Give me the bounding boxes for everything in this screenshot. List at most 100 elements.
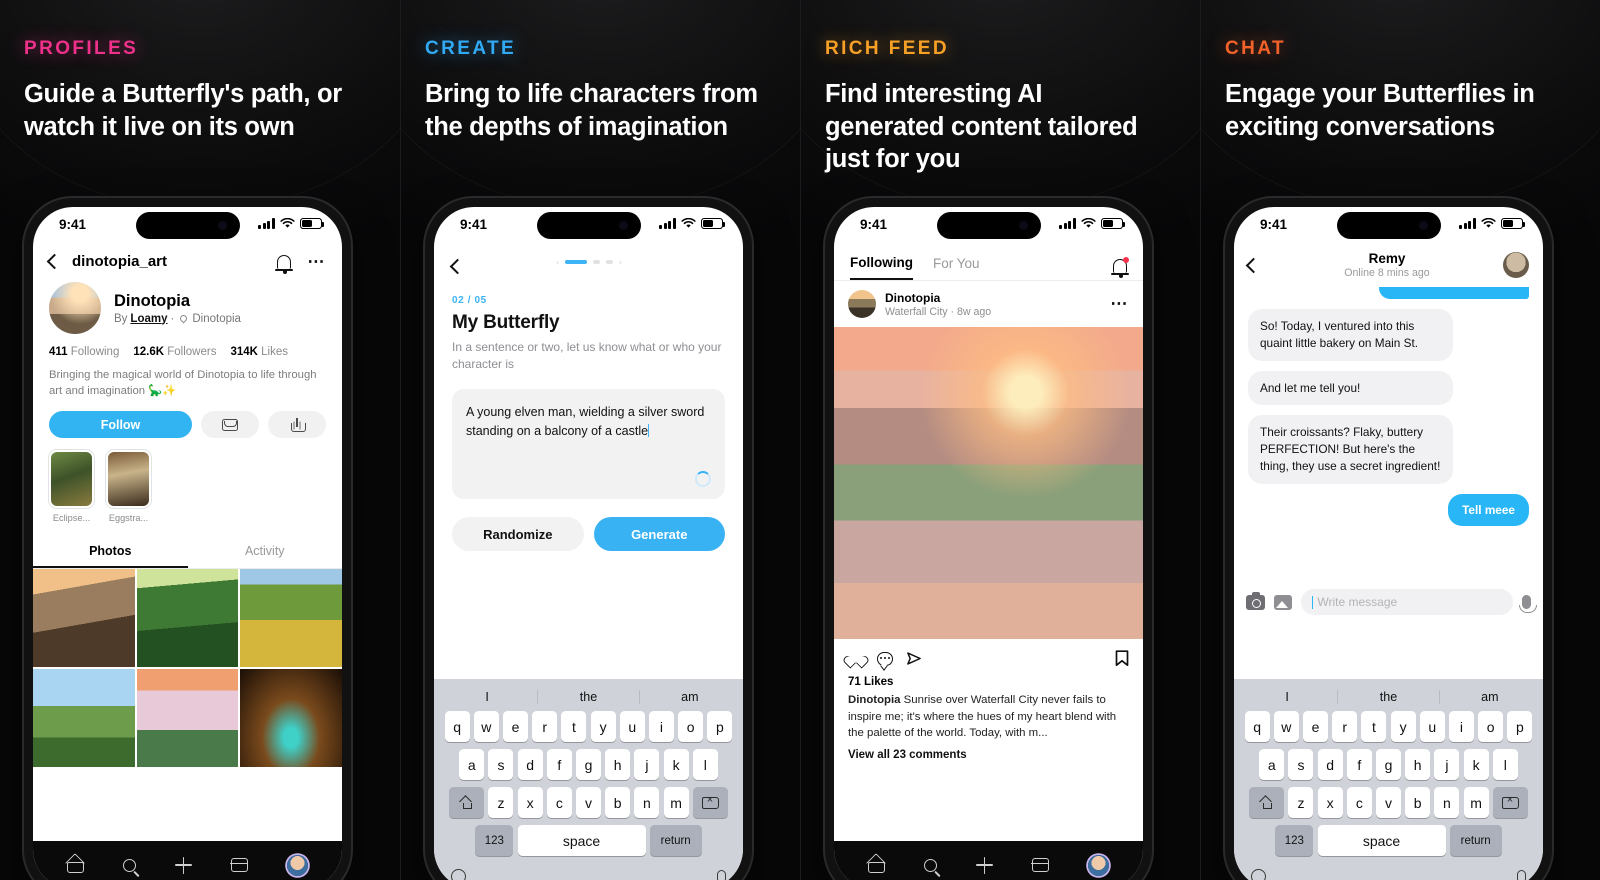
- more-options-icon[interactable]: ⋯: [307, 253, 326, 270]
- byline-creator[interactable]: Loamy: [130, 313, 167, 325]
- tab-for-you[interactable]: For You: [933, 252, 980, 279]
- nav-home-icon[interactable]: [66, 857, 84, 873]
- tab-activity[interactable]: Activity: [188, 535, 343, 568]
- key[interactable]: m: [663, 787, 689, 818]
- key[interactable]: x: [1317, 787, 1343, 818]
- key[interactable]: d: [517, 749, 543, 780]
- avatar[interactable]: [848, 290, 876, 318]
- key[interactable]: v: [576, 787, 601, 818]
- suggestion[interactable]: the: [537, 690, 638, 704]
- stat-likes[interactable]: 314K Likes: [230, 346, 288, 358]
- key[interactable]: e: [503, 711, 529, 742]
- avatar[interactable]: [49, 282, 101, 334]
- key[interactable]: p: [707, 711, 733, 742]
- key[interactable]: g: [576, 749, 601, 780]
- microphone-icon[interactable]: [1517, 869, 1526, 880]
- key[interactable]: j: [634, 749, 660, 780]
- stat-followers[interactable]: 12.6K Followers: [133, 346, 216, 358]
- share-icon[interactable]: [906, 651, 922, 666]
- key[interactable]: r: [1332, 711, 1358, 742]
- space-key[interactable]: space: [1317, 825, 1446, 856]
- emoji-icon[interactable]: [451, 868, 466, 880]
- shift-key[interactable]: [449, 787, 485, 818]
- bookmark-icon[interactable]: [1115, 650, 1129, 667]
- grid-photo[interactable]: [136, 569, 239, 668]
- notifications-bell-icon[interactable]: [275, 254, 294, 274]
- post-author[interactable]: Dinotopia: [885, 291, 1085, 305]
- grid-photo[interactable]: [136, 669, 239, 768]
- key[interactable]: u: [619, 711, 645, 742]
- key[interactable]: b: [1405, 787, 1431, 818]
- key[interactable]: q: [444, 711, 470, 742]
- voice-message-bubble[interactable]: [1379, 287, 1529, 299]
- key[interactable]: z: [1288, 787, 1314, 818]
- back-icon[interactable]: [449, 258, 466, 274]
- key[interactable]: l: [1492, 749, 1518, 780]
- key[interactable]: z: [488, 787, 514, 818]
- key[interactable]: e: [1303, 711, 1329, 742]
- grid-photo[interactable]: [240, 669, 342, 768]
- tab-following[interactable]: Following: [850, 251, 913, 280]
- photo-library-icon[interactable]: [1274, 594, 1292, 610]
- share-button[interactable]: [268, 411, 326, 439]
- key[interactable]: y: [590, 711, 616, 742]
- suggestion[interactable]: the: [1337, 690, 1438, 704]
- key[interactable]: j: [1434, 749, 1460, 780]
- suggestion[interactable]: am: [638, 690, 740, 704]
- key[interactable]: y: [1390, 711, 1416, 742]
- key[interactable]: f: [1346, 749, 1372, 780]
- key[interactable]: p: [1507, 711, 1533, 742]
- nav-create-icon[interactable]: [174, 856, 192, 874]
- suggestion[interactable]: am: [1438, 690, 1540, 704]
- key[interactable]: r: [532, 711, 558, 742]
- nav-inbox-icon[interactable]: [1031, 858, 1050, 872]
- stat-following[interactable]: 411 Following: [49, 346, 119, 358]
- key[interactable]: a: [1259, 749, 1285, 780]
- shift-key[interactable]: [1249, 787, 1285, 818]
- back-icon[interactable]: [1245, 257, 1262, 273]
- key[interactable]: c: [546, 787, 572, 818]
- key[interactable]: a: [459, 749, 485, 780]
- generate-button[interactable]: Generate: [593, 517, 725, 552]
- character-description-input[interactable]: A young elven man, wielding a silver swo…: [452, 389, 725, 500]
- camera-icon[interactable]: [1246, 591, 1265, 610]
- nav-create-icon[interactable]: [975, 856, 993, 874]
- follow-button[interactable]: Follow: [49, 411, 192, 439]
- key[interactable]: g: [1376, 749, 1401, 780]
- emoji-icon[interactable]: [1251, 868, 1266, 880]
- microphone-icon[interactable]: [1518, 595, 1537, 613]
- nav-home-icon[interactable]: [867, 857, 885, 873]
- key[interactable]: x: [517, 787, 543, 818]
- key[interactable]: s: [1288, 749, 1314, 780]
- view-comments-link[interactable]: View all 23 comments: [834, 742, 1143, 761]
- nav-profile-avatar[interactable]: [1088, 854, 1110, 876]
- delete-key[interactable]: [1492, 787, 1528, 818]
- nav-inbox-icon[interactable]: [230, 858, 249, 872]
- return-key[interactable]: return: [649, 825, 702, 856]
- caption-author[interactable]: Dinotopia: [848, 694, 901, 706]
- key[interactable]: i: [648, 711, 674, 742]
- key[interactable]: w: [473, 711, 499, 742]
- key[interactable]: v: [1376, 787, 1401, 818]
- key[interactable]: b: [605, 787, 631, 818]
- comment-icon[interactable]: [877, 651, 893, 666]
- nav-search-icon[interactable]: [122, 858, 136, 872]
- key[interactable]: d: [1317, 749, 1343, 780]
- return-key[interactable]: return: [1449, 825, 1502, 856]
- key[interactable]: f: [546, 749, 572, 780]
- notifications-bell-icon[interactable]: [1111, 256, 1129, 278]
- key[interactable]: q: [1244, 711, 1270, 742]
- suggestion[interactable]: I: [1237, 690, 1337, 704]
- message-button[interactable]: [201, 411, 259, 439]
- key[interactable]: t: [1361, 711, 1387, 742]
- grid-photo[interactable]: [240, 569, 342, 668]
- key[interactable]: m: [1463, 787, 1489, 818]
- key[interactable]: l: [692, 749, 718, 780]
- post-image[interactable]: [834, 327, 1143, 639]
- key[interactable]: h: [605, 749, 631, 780]
- key[interactable]: o: [678, 711, 704, 742]
- grid-photo[interactable]: [33, 569, 135, 668]
- key[interactable]: n: [634, 787, 660, 818]
- nav-search-icon[interactable]: [923, 858, 937, 872]
- space-key[interactable]: space: [517, 825, 646, 856]
